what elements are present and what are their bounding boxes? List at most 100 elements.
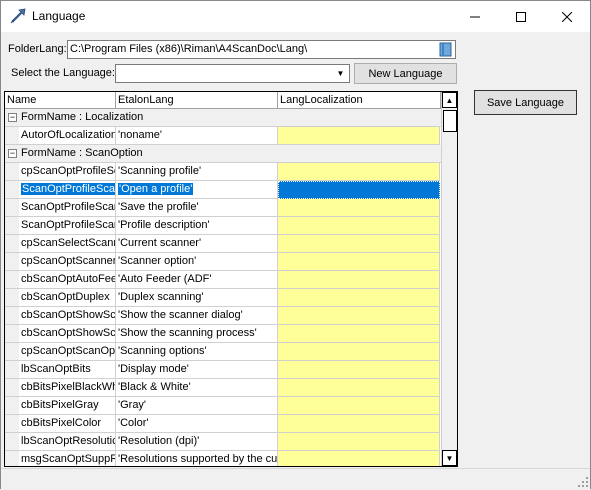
close-button[interactable] [544, 1, 590, 32]
folder-browse-icon[interactable] [439, 42, 453, 57]
etalon-cell[interactable]: 'Open a profile' [116, 181, 278, 199]
maximize-button[interactable] [498, 1, 544, 32]
localization-cell[interactable] [278, 379, 440, 397]
collapse-toggle-icon[interactable]: − [8, 113, 17, 122]
scroll-down-button[interactable]: ▼ [442, 450, 457, 466]
name-cell[interactable]: cbScanOptShowSca [19, 307, 116, 325]
table-row[interactable]: lbScanOptResolutic 'Resolution (dpi)' [5, 433, 441, 451]
localization-cell[interactable] [278, 415, 440, 433]
etalon-cell[interactable]: 'Scanning options' [116, 343, 278, 361]
name-cell[interactable]: msgScanOptSuppR [19, 451, 116, 466]
table-row[interactable]: cbScanOptAutoFee 'Auto Feeder (ADF' [5, 271, 441, 289]
table-row[interactable]: cbBitsPixelGray 'Gray' [5, 397, 441, 415]
window-title: Language [32, 9, 86, 23]
save-language-button[interactable]: Save Language [474, 90, 577, 115]
scroll-up-button[interactable]: ▲ [442, 92, 457, 108]
column-header-name[interactable]: Name [5, 92, 116, 109]
chevron-down-icon[interactable]: ▼ [332, 65, 349, 82]
etalon-cell[interactable]: 'Display mode' [116, 361, 278, 379]
name-cell[interactable]: ScanOptProfileScar [19, 217, 116, 235]
etalon-cell[interactable]: 'Black & White' [116, 379, 278, 397]
localization-cell[interactable] [278, 253, 440, 271]
column-header-etalon[interactable]: EtalonLang [116, 92, 278, 109]
name-cell[interactable]: cpScanOptScanner [19, 253, 116, 271]
etalon-cell[interactable]: 'Save the profile' [116, 199, 278, 217]
folder-path-field[interactable]: C:\Program Files (x86)\Riman\A4ScanDoc\L… [67, 40, 456, 59]
localization-cell[interactable] [278, 271, 440, 289]
etalon-cell[interactable]: 'Show the scanning process' [116, 325, 278, 343]
name-cell[interactable]: lbScanOptBits [19, 361, 116, 379]
localization-cell[interactable] [278, 451, 440, 466]
name-cell[interactable]: AutorOfLocalization [19, 127, 116, 145]
etalon-cell[interactable]: 'Auto Feeder (ADF' [116, 271, 278, 289]
new-language-button[interactable]: New Language [354, 63, 457, 84]
name-cell[interactable]: cbScanOptShowSca [19, 325, 116, 343]
vertical-scrollbar[interactable]: ▲ ▼ [441, 92, 457, 466]
name-cell[interactable]: cbScanOptDuplex [19, 289, 116, 307]
etalon-cell[interactable]: 'Current scanner' [116, 235, 278, 253]
name-cell[interactable]: cpScanOptScanOpt [19, 343, 116, 361]
etalon-cell[interactable]: 'Resolutions supported by the cu [116, 451, 278, 466]
localization-cell[interactable] [278, 199, 440, 217]
resize-grip-icon[interactable] [578, 477, 588, 487]
column-header-localization[interactable]: LangLocalization [278, 92, 441, 109]
minimize-button[interactable] [452, 1, 498, 32]
localization-cell[interactable] [278, 397, 440, 415]
name-cell[interactable]: cbBitsPixelBlackWhi [19, 379, 116, 397]
row-gutter [5, 217, 19, 235]
title-bar[interactable]: Language [1, 1, 590, 32]
table-row[interactable]: ScanOptProfileScan 'Open a profile' [5, 181, 441, 199]
localization-cell[interactable] [278, 361, 440, 379]
table-row[interactable]: ScanOptProfileScar 'Save the profile' [5, 199, 441, 217]
localization-cell[interactable] [278, 127, 440, 145]
localization-cell[interactable] [278, 343, 440, 361]
localization-cell[interactable] [278, 181, 440, 199]
name-cell[interactable]: cpScanOptProfileSc [19, 163, 116, 181]
name-cell[interactable]: cbBitsPixelColor [19, 415, 116, 433]
table-row[interactable]: cbScanOptDuplex 'Duplex scanning' [5, 289, 441, 307]
table-row[interactable]: cpScanOptProfileSc 'Scanning profile' [5, 163, 441, 181]
etalon-cell[interactable]: 'Color' [116, 415, 278, 433]
table-row[interactable]: cpScanOptScanOpt 'Scanning options' [5, 343, 441, 361]
localization-cell[interactable] [278, 217, 440, 235]
group-row[interactable]: − FormName : ScanOption [5, 145, 441, 163]
row-gutter [5, 271, 19, 289]
row-gutter [5, 307, 19, 325]
etalon-cell[interactable]: 'Profile description' [116, 217, 278, 235]
table-row[interactable]: ScanOptProfileScar 'Profile description' [5, 217, 441, 235]
table-row[interactable]: msgScanOptSuppR 'Resolutions supported by… [5, 451, 441, 466]
localization-cell[interactable] [278, 289, 440, 307]
table-row[interactable]: cpScanSelectScann 'Current scanner' [5, 235, 441, 253]
name-cell[interactable]: cbBitsPixelGray [19, 397, 116, 415]
etalon-cell[interactable]: 'Scanning profile' [116, 163, 278, 181]
language-select[interactable]: ▼ [115, 64, 350, 83]
name-cell[interactable]: ScanOptProfileScar [19, 199, 116, 217]
name-cell[interactable]: ScanOptProfileScan [19, 181, 116, 199]
table-row[interactable]: lbScanOptBits 'Display mode' [5, 361, 441, 379]
localization-cell[interactable] [278, 163, 440, 181]
table-row[interactable]: cpScanOptScanner 'Scanner option' [5, 253, 441, 271]
etalon-cell[interactable]: 'Duplex scanning' [116, 289, 278, 307]
table-row[interactable]: cbScanOptShowSca 'Show the scanning proce… [5, 325, 441, 343]
localization-cell[interactable] [278, 433, 440, 451]
scroll-thumb[interactable] [443, 110, 457, 132]
table-row[interactable]: AutorOfLocalization'noname' [5, 127, 441, 145]
group-row[interactable]: − FormName : Localization [5, 109, 441, 127]
table-row[interactable]: cbScanOptShowSca 'Show the scanner dialog… [5, 307, 441, 325]
name-cell[interactable]: cpScanSelectScann [19, 235, 116, 253]
table-row[interactable]: cbBitsPixelColor 'Color' [5, 415, 441, 433]
localization-grid[interactable]: Name EtalonLang LangLocalization − FormNa… [4, 91, 458, 467]
etalon-cell[interactable]: 'Gray' [116, 397, 278, 415]
etalon-cell[interactable]: 'Resolution (dpi)' [116, 433, 278, 451]
etalon-cell[interactable]: 'Scanner option' [116, 253, 278, 271]
localization-cell[interactable] [278, 235, 440, 253]
table-row[interactable]: cbBitsPixelBlackWhi 'Black & White' [5, 379, 441, 397]
etalon-cell[interactable]: 'noname' [116, 127, 278, 145]
localization-cell[interactable] [278, 307, 440, 325]
etalon-cell[interactable]: 'Show the scanner dialog' [116, 307, 278, 325]
collapse-toggle-icon[interactable]: − [8, 149, 17, 158]
localization-cell[interactable] [278, 325, 440, 343]
name-cell[interactable]: cbScanOptAutoFee [19, 271, 116, 289]
row-gutter [5, 289, 19, 307]
name-cell[interactable]: lbScanOptResolutic [19, 433, 116, 451]
